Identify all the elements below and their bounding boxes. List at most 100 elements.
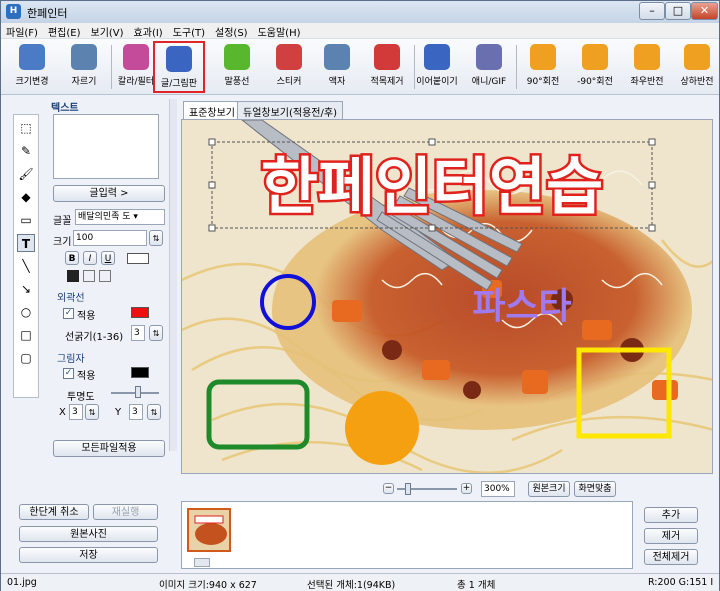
menu-bar: 파일(F) 편집(E) 보기(V) 효과(I) 도구(T) 설정(S) 도움말(H) bbox=[1, 23, 719, 39]
remove-button[interactable]: 제거 bbox=[644, 528, 698, 544]
status-filename: 01.jpg bbox=[7, 577, 37, 588]
size-label: 크기 bbox=[53, 237, 72, 248]
status-color: R:200 G:151 I bbox=[648, 577, 714, 588]
menu-tools[interactable]: 도구(T) bbox=[168, 23, 210, 40]
menu-view[interactable]: 보기(V) bbox=[86, 23, 129, 40]
italic-button[interactable]: I bbox=[83, 251, 97, 265]
zoom-slider-thumb[interactable] bbox=[405, 483, 411, 495]
panel-scrollbar[interactable] bbox=[169, 99, 177, 451]
toolbar-flip-h-button[interactable]: 좌우반전 bbox=[621, 41, 673, 93]
eraser-icon[interactable]: ▭ bbox=[17, 211, 35, 229]
image-canvas[interactable]: 한페인터연습 파스타 bbox=[181, 119, 713, 474]
thickness-label: 선굵기(1-36) bbox=[65, 332, 124, 343]
speech-bubble-icon bbox=[224, 44, 250, 70]
color-filter-icon bbox=[123, 44, 149, 70]
rect-icon[interactable]: □ bbox=[17, 326, 35, 344]
rotate-cw-icon bbox=[530, 44, 556, 70]
brush-icon[interactable]: 🖌 bbox=[17, 165, 35, 183]
window-title: 한페인터 bbox=[27, 7, 68, 20]
opacity-slider-thumb[interactable] bbox=[135, 386, 141, 398]
close-button[interactable]: ✕ bbox=[691, 2, 718, 20]
toolbar-label: 자르기 bbox=[71, 77, 97, 87]
outline-color-swatch[interactable] bbox=[131, 307, 149, 318]
toolbar-gif-button[interactable]: 애니/GIF bbox=[463, 41, 515, 93]
title-text-overlay[interactable]: 한페인터연습 bbox=[258, 148, 605, 226]
bold-button[interactable]: B bbox=[65, 251, 79, 265]
original-size-button[interactable]: 원본크기 bbox=[528, 481, 570, 497]
align-left-icon[interactable] bbox=[67, 270, 79, 282]
menu-edit[interactable]: 편집(E) bbox=[43, 23, 86, 40]
toolbar-merge-button[interactable]: 이어붙이기 bbox=[411, 41, 463, 93]
font-select[interactable]: 배달의민족 도 ▾ bbox=[75, 209, 165, 225]
y-input[interactable]: 3 bbox=[129, 404, 143, 420]
thickness-input[interactable]: 3 bbox=[131, 325, 145, 341]
frame-icon bbox=[324, 44, 350, 70]
line-icon[interactable]: ╲ bbox=[17, 257, 35, 275]
status-selected: 선택된 개체:1(94KB) bbox=[307, 580, 396, 591]
menu-file[interactable]: 파일(F) bbox=[1, 23, 43, 40]
toolbar-frame-button[interactable]: 액자 bbox=[311, 41, 363, 93]
apply-all-button[interactable]: 모든파일적용 bbox=[53, 440, 165, 457]
maximize-button[interactable]: □ bbox=[665, 2, 691, 20]
toolbar-flip-v-button[interactable]: 상하반전 bbox=[671, 41, 720, 93]
toolbar-text-drawing-button[interactable]: 글/그림판 bbox=[153, 41, 205, 93]
add-button[interactable]: 추가 bbox=[644, 507, 698, 523]
tab-dual-view[interactable]: 듀얼창보기(적용전/후) bbox=[237, 101, 343, 119]
toolbar-rotate-ccw-button[interactable]: -90°회전 bbox=[569, 41, 621, 93]
menu-help[interactable]: 도움말(H) bbox=[253, 23, 306, 40]
text-color-swatch[interactable] bbox=[127, 253, 149, 264]
text-input-button[interactable]: 글입력 > bbox=[53, 185, 165, 202]
toolbar-label: 글/그림판 bbox=[160, 79, 198, 89]
status-image-size: 이미지 크기:940 x 627 bbox=[159, 580, 257, 591]
menu-effect[interactable]: 효과(I) bbox=[129, 23, 168, 40]
y-stepper[interactable]: ⇅ bbox=[147, 404, 161, 420]
outline-checkbox[interactable]: ✓ bbox=[63, 308, 74, 319]
minimize-button[interactable]: – bbox=[639, 2, 665, 20]
underline-button[interactable]: U bbox=[101, 251, 115, 265]
size-stepper[interactable]: ⇅ bbox=[149, 230, 163, 246]
toolbar-redeye-button[interactable]: 적목제거 bbox=[361, 41, 413, 93]
status-total: 총 1 개체 bbox=[457, 580, 496, 591]
menu-settings[interactable]: 설정(S) bbox=[210, 23, 253, 40]
shadow-checkbox[interactable]: ✓ bbox=[63, 368, 74, 379]
shadow-color-swatch[interactable] bbox=[131, 367, 149, 378]
toolbar-label: 말풍선 bbox=[224, 77, 250, 87]
remove-all-button[interactable]: 전체제거 bbox=[644, 549, 698, 565]
align-right-icon[interactable] bbox=[99, 270, 111, 282]
select-icon[interactable]: ⬚ bbox=[17, 119, 35, 137]
text-input-area[interactable] bbox=[53, 114, 159, 179]
toolbar-resize-button[interactable]: 크기변경 bbox=[6, 41, 58, 93]
roundrect-icon[interactable]: ▢ bbox=[17, 349, 35, 367]
align-center-icon[interactable] bbox=[83, 270, 95, 282]
toolbar-crop-button[interactable]: 자르기 bbox=[58, 41, 110, 93]
zoom-out-button[interactable]: − bbox=[383, 483, 394, 494]
sticker-icon bbox=[276, 44, 302, 70]
strip-scrollbar[interactable] bbox=[194, 558, 210, 567]
toolbar-label: 크기변경 bbox=[15, 77, 49, 87]
toolbar-rotate-cw-button[interactable]: 90°회전 bbox=[517, 41, 569, 93]
toolbar-speech-bubble-button[interactable]: 말풍선 bbox=[211, 41, 263, 93]
app-window: H 한페인터 – □ ✕ 파일(F) 편집(E) 보기(V) 효과(I) 도구(T) 설정… bbox=[0, 0, 720, 591]
x-input[interactable]: 3 bbox=[69, 404, 83, 420]
size-input[interactable]: 100 bbox=[73, 230, 147, 246]
orange-circle-shape[interactable] bbox=[345, 391, 419, 465]
redo-button[interactable]: 재실행 bbox=[93, 504, 158, 520]
toolbar-label: 적목제거 bbox=[370, 77, 404, 87]
fit-screen-button[interactable]: 화면맞춤 bbox=[574, 481, 616, 497]
text-icon[interactable]: T bbox=[17, 234, 35, 252]
file-thumbnail[interactable] bbox=[187, 508, 231, 552]
fill-icon[interactable]: ◆ bbox=[17, 188, 35, 206]
undo-button[interactable]: 한단계 취소 bbox=[19, 504, 89, 520]
original-photo-button[interactable]: 원본사진 bbox=[19, 526, 158, 542]
arrow-icon[interactable]: ↘ bbox=[17, 280, 35, 298]
tab-standard-view[interactable]: 표준창보기 bbox=[183, 101, 241, 119]
thickness-stepper[interactable]: ⇅ bbox=[149, 325, 163, 341]
save-button[interactable]: 저장 bbox=[19, 547, 158, 563]
text-drawing-icon bbox=[166, 46, 192, 72]
subtitle-text-overlay[interactable]: 파스타 bbox=[472, 286, 571, 327]
zoom-in-button[interactable]: + bbox=[461, 483, 472, 494]
x-stepper[interactable]: ⇅ bbox=[85, 404, 99, 420]
pencil-icon[interactable]: ✎ bbox=[17, 142, 35, 160]
circle-icon[interactable]: ○ bbox=[17, 303, 35, 321]
toolbar-sticker-button[interactable]: 스티커 bbox=[263, 41, 315, 93]
